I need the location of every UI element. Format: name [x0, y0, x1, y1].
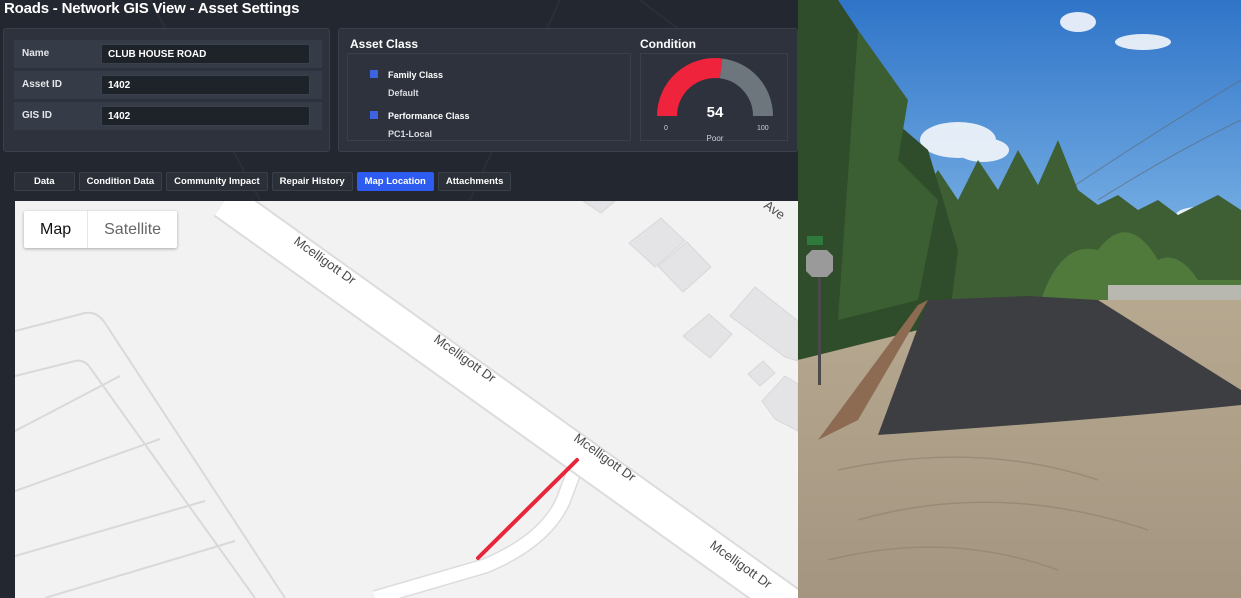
map-type-toggle: Map Satellite	[24, 211, 178, 248]
asset-id-field[interactable]: 1402	[101, 75, 310, 95]
performance-class-marker	[370, 111, 378, 119]
tab-condition-data[interactable]: Condition Data	[78, 172, 163, 191]
gis-id-label: GIS ID	[22, 110, 53, 121]
name-row: Name CLUB HOUSE ROAD	[14, 40, 322, 68]
condition-rating: Poor	[706, 134, 724, 143]
tab-map-location[interactable]: Map Location	[356, 172, 434, 191]
satellite-type-button[interactable]: Satellite	[87, 211, 177, 248]
asset-id-row: Asset ID 1402	[14, 71, 322, 99]
name-label: Name	[22, 48, 50, 59]
condition-title: Condition	[640, 37, 696, 51]
asset-id-label: Asset ID	[22, 79, 63, 90]
asset-class-card: Asset Class Family Class Default Perform…	[338, 28, 798, 152]
asset-class-box: Family Class Default Performance Class P…	[347, 53, 631, 141]
corner-street-label: Ave	[761, 201, 788, 222]
map-canvas[interactable]: Mcelligott Dr Mcelligott Dr Mcelligott D…	[15, 201, 798, 598]
map-buildings	[582, 201, 798, 432]
road-photo	[798, 0, 1241, 598]
asset-settings-app: Roads - Network GIS View - Asset Setting…	[0, 0, 798, 598]
tab-community-impact[interactable]: Community Impact	[166, 172, 268, 191]
name-field[interactable]: CLUB HOUSE ROAD	[101, 44, 310, 64]
performance-class-label: Performance Class	[388, 111, 470, 121]
asset-info-card: Name CLUB HOUSE ROAD Asset ID 1402 GIS I…	[3, 28, 330, 152]
gauge-min-label: 0	[664, 125, 668, 132]
family-class-label: Family Class	[388, 70, 444, 80]
tab-bar: Data Condition Data Community Impact Rep…	[14, 172, 512, 191]
gauge-max-label: 100	[757, 125, 769, 132]
tab-repair-history[interactable]: Repair History	[271, 172, 353, 191]
condition-score: 54	[706, 104, 724, 121]
asset-class-title: Asset Class	[350, 37, 419, 51]
gis-id-row: GIS ID 1402	[14, 102, 322, 130]
performance-class-value: PC1-Local	[388, 129, 433, 139]
family-class-marker	[370, 70, 378, 78]
condition-box: 54 0 100 Poor	[640, 53, 788, 143]
tab-attachments[interactable]: Attachments	[437, 172, 512, 191]
map-parcel-lines	[15, 311, 286, 598]
road-photo-illustration	[798, 0, 1241, 598]
tab-data[interactable]: Data	[14, 172, 75, 191]
family-class-value: Default	[388, 88, 419, 98]
map-type-button[interactable]: Map	[24, 211, 87, 248]
gis-id-field[interactable]: 1402	[101, 106, 310, 126]
map-view[interactable]: Mcelligott Dr Mcelligott Dr Mcelligott D…	[15, 201, 798, 598]
page-title: Roads - Network GIS View - Asset Setting…	[4, 0, 300, 17]
